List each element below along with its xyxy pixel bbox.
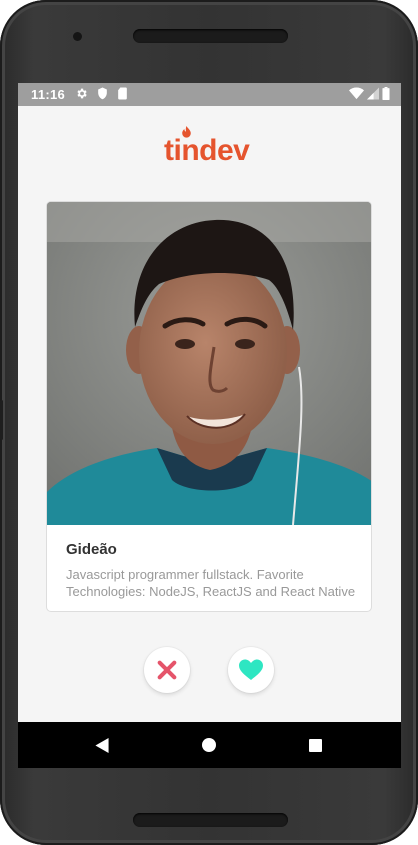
status-icons-right — [349, 87, 390, 100]
nav-recents-button[interactable] — [285, 722, 345, 768]
nav-back-button[interactable] — [72, 722, 132, 768]
profile-photo — [47, 202, 371, 525]
power-button — [0, 400, 3, 440]
status-time: 11:16 — [31, 87, 66, 102]
bottom-speaker — [133, 813, 288, 827]
shield-icon — [98, 87, 107, 100]
nav-home-button[interactable] — [179, 722, 239, 768]
battery-icon — [382, 87, 390, 100]
profile-card[interactable]: Gideão Javascript programmer fullstack. … — [46, 201, 372, 612]
tindev-logo: tindev — [164, 126, 250, 169]
status-bar: 11:16 — [18, 83, 401, 106]
heart-icon — [239, 659, 263, 680]
navigation-bar — [18, 722, 401, 768]
front-camera — [73, 32, 82, 41]
home-icon — [202, 738, 216, 752]
recents-icon — [308, 738, 322, 752]
dislike-button[interactable] — [144, 647, 190, 693]
like-button[interactable] — [228, 647, 274, 693]
screen: 11:16 tindev Gideão Javascript programme… — [18, 83, 401, 768]
phone-frame: 11:16 tindev Gideão Javascript programme… — [0, 0, 418, 845]
back-icon — [95, 737, 109, 753]
wifi-icon — [349, 87, 364, 100]
signal-icon — [367, 87, 379, 100]
flame-icon — [182, 126, 191, 138]
profile-name: Gideão — [66, 541, 117, 558]
status-icons-left — [75, 87, 128, 100]
gear-icon — [77, 88, 87, 99]
logo-text: tindev — [164, 134, 250, 167]
top-speaker — [133, 29, 288, 43]
close-icon — [157, 660, 177, 680]
profile-bio: Javascript programmer fullstack. Favorit… — [66, 567, 356, 599]
sd-card-icon — [118, 87, 127, 100]
